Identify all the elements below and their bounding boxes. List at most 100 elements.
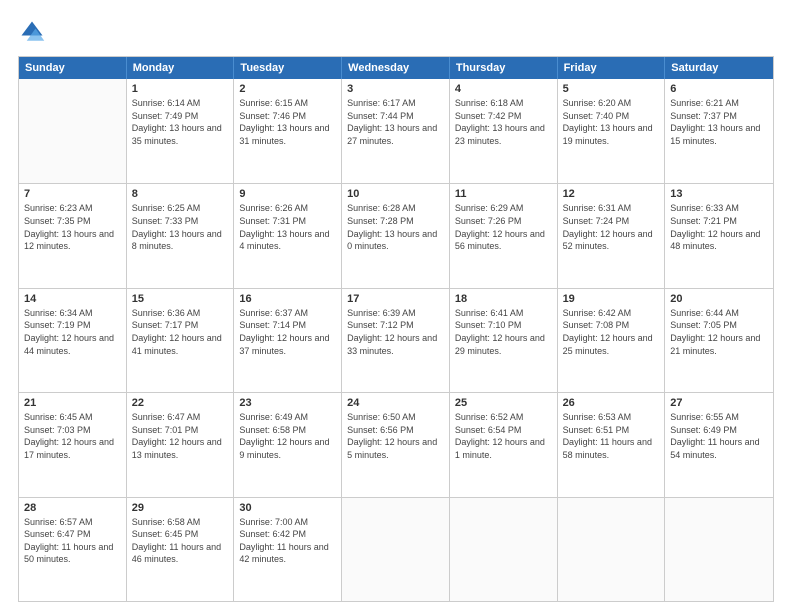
day-info: Sunrise: 7:00 AMSunset: 6:42 PMDaylight:… <box>239 516 336 566</box>
day-cell-30: 30Sunrise: 7:00 AMSunset: 6:42 PMDayligh… <box>234 498 342 601</box>
day-number: 7 <box>24 188 121 200</box>
day-number: 12 <box>563 188 660 200</box>
day-cell-23: 23 Sunrise: 6:49 AMSunset: 6:58 PMDayligh… <box>234 393 342 496</box>
day-info: Sunrise: 6:26 AMSunset: 7:31 PMDaylight:… <box>239 202 336 252</box>
day-cell-15: 15 Sunrise: 6:36 AMSunset: 7:17 PMDayligh… <box>127 289 235 392</box>
day-number: 11 <box>455 188 552 200</box>
day-info: Sunrise: 6:44 AMSunset: 7:05 PMDaylight:… <box>670 307 768 357</box>
day-number: 27 <box>670 397 768 409</box>
day-info: Sunrise: 6:33 AMSunset: 7:21 PMDaylight:… <box>670 202 768 252</box>
day-number: 4 <box>455 83 552 95</box>
day-info: Sunrise: 6:31 AMSunset: 7:24 PMDaylight:… <box>563 202 660 252</box>
logo-icon <box>18 18 46 46</box>
header-day-thursday: Thursday <box>450 57 558 79</box>
week-row-3: 14Sunrise: 6:34 AMSunset: 7:19 PMDayligh… <box>19 288 773 392</box>
day-number: 15 <box>132 293 229 305</box>
header-day-sunday: Sunday <box>19 57 127 79</box>
day-number: 9 <box>239 188 336 200</box>
day-cell-13: 13 Sunrise: 6:33 AMSunset: 7:21 PMDayligh… <box>665 184 773 287</box>
day-cell-27: 27 Sunrise: 6:55 AMSunset: 6:49 PMDayligh… <box>665 393 773 496</box>
week-row-1: 1 Sunrise: 6:14 AMSunset: 7:49 PMDaylight… <box>19 79 773 183</box>
day-info: Sunrise: 6:42 AMSunset: 7:08 PMDaylight:… <box>563 307 660 357</box>
day-info: Sunrise: 6:18 AMSunset: 7:42 PMDaylight:… <box>455 97 552 147</box>
header-day-saturday: Saturday <box>665 57 773 79</box>
day-info: Sunrise: 6:28 AMSunset: 7:28 PMDaylight:… <box>347 202 444 252</box>
day-info: Sunrise: 6:47 AMSunset: 7:01 PMDaylight:… <box>132 411 229 461</box>
day-cell-16: 16 Sunrise: 6:37 AMSunset: 7:14 PMDayligh… <box>234 289 342 392</box>
day-cell-24: 24Sunrise: 6:50 AMSunset: 6:56 PMDayligh… <box>342 393 450 496</box>
day-cell-3: 3 Sunrise: 6:17 AMSunset: 7:44 PMDaylight… <box>342 79 450 183</box>
day-cell-6: 6Sunrise: 6:21 AMSunset: 7:37 PMDaylight… <box>665 79 773 183</box>
day-number: 23 <box>239 397 336 409</box>
day-cell-17: 17 Sunrise: 6:39 AMSunset: 7:12 PMDayligh… <box>342 289 450 392</box>
day-cell-29: 29Sunrise: 6:58 AMSunset: 6:45 PMDayligh… <box>127 498 235 601</box>
calendar-body: 1 Sunrise: 6:14 AMSunset: 7:49 PMDaylight… <box>19 79 773 601</box>
day-number: 18 <box>455 293 552 305</box>
day-cell-2: 2 Sunrise: 6:15 AMSunset: 7:46 PMDaylight… <box>234 79 342 183</box>
day-info: Sunrise: 6:36 AMSunset: 7:17 PMDaylight:… <box>132 307 229 357</box>
day-number: 14 <box>24 293 121 305</box>
day-number: 3 <box>347 83 444 95</box>
day-info: Sunrise: 6:55 AMSunset: 6:49 PMDaylight:… <box>670 411 768 461</box>
day-info: Sunrise: 6:17 AMSunset: 7:44 PMDaylight:… <box>347 97 444 147</box>
day-number: 13 <box>670 188 768 200</box>
header-day-tuesday: Tuesday <box>234 57 342 79</box>
day-cell-1: 1 Sunrise: 6:14 AMSunset: 7:49 PMDaylight… <box>127 79 235 183</box>
day-number: 1 <box>132 83 229 95</box>
week-row-5: 28 Sunrise: 6:57 AMSunset: 6:47 PMDayligh… <box>19 497 773 601</box>
empty-cell <box>19 79 127 183</box>
day-number: 26 <box>563 397 660 409</box>
day-cell-21: 21Sunrise: 6:45 AMSunset: 7:03 PMDayligh… <box>19 393 127 496</box>
day-info: Sunrise: 6:57 AMSunset: 6:47 PMDaylight:… <box>24 516 121 566</box>
header-day-monday: Monday <box>127 57 235 79</box>
day-info: Sunrise: 6:39 AMSunset: 7:12 PMDaylight:… <box>347 307 444 357</box>
day-cell-19: 19Sunrise: 6:42 AMSunset: 7:08 PMDayligh… <box>558 289 666 392</box>
header-day-wednesday: Wednesday <box>342 57 450 79</box>
day-info: Sunrise: 6:21 AMSunset: 7:37 PMDaylight:… <box>670 97 768 147</box>
day-cell-26: 26 Sunrise: 6:53 AMSunset: 6:51 PMDayligh… <box>558 393 666 496</box>
day-cell-4: 4 Sunrise: 6:18 AMSunset: 7:42 PMDaylight… <box>450 79 558 183</box>
day-info: Sunrise: 6:50 AMSunset: 6:56 PMDaylight:… <box>347 411 444 461</box>
day-info: Sunrise: 6:45 AMSunset: 7:03 PMDaylight:… <box>24 411 121 461</box>
day-info: Sunrise: 6:37 AMSunset: 7:14 PMDaylight:… <box>239 307 336 357</box>
day-info: Sunrise: 6:25 AMSunset: 7:33 PMDaylight:… <box>132 202 229 252</box>
day-info: Sunrise: 6:14 AMSunset: 7:49 PMDaylight:… <box>132 97 229 147</box>
day-number: 28 <box>24 502 121 514</box>
day-number: 8 <box>132 188 229 200</box>
week-row-4: 21Sunrise: 6:45 AMSunset: 7:03 PMDayligh… <box>19 392 773 496</box>
day-cell-20: 20 Sunrise: 6:44 AMSunset: 7:05 PMDayligh… <box>665 289 773 392</box>
day-number: 5 <box>563 83 660 95</box>
day-info: Sunrise: 6:20 AMSunset: 7:40 PMDaylight:… <box>563 97 660 147</box>
day-number: 2 <box>239 83 336 95</box>
day-info: Sunrise: 6:29 AMSunset: 7:26 PMDaylight:… <box>455 202 552 252</box>
day-cell-12: 12 Sunrise: 6:31 AMSunset: 7:24 PMDayligh… <box>558 184 666 287</box>
day-info: Sunrise: 6:41 AMSunset: 7:10 PMDaylight:… <box>455 307 552 357</box>
page: SundayMondayTuesdayWednesdayThursdayFrid… <box>0 0 792 612</box>
day-info: Sunrise: 6:58 AMSunset: 6:45 PMDaylight:… <box>132 516 229 566</box>
day-cell-7: 7Sunrise: 6:23 AMSunset: 7:35 PMDaylight… <box>19 184 127 287</box>
day-cell-5: 5 Sunrise: 6:20 AMSunset: 7:40 PMDaylight… <box>558 79 666 183</box>
empty-cell <box>450 498 558 601</box>
day-cell-8: 8 Sunrise: 6:25 AMSunset: 7:33 PMDaylight… <box>127 184 235 287</box>
day-cell-11: 11 Sunrise: 6:29 AMSunset: 7:26 PMDayligh… <box>450 184 558 287</box>
day-info: Sunrise: 6:53 AMSunset: 6:51 PMDaylight:… <box>563 411 660 461</box>
day-number: 17 <box>347 293 444 305</box>
day-cell-25: 25 Sunrise: 6:52 AMSunset: 6:54 PMDayligh… <box>450 393 558 496</box>
day-info: Sunrise: 6:15 AMSunset: 7:46 PMDaylight:… <box>239 97 336 147</box>
day-cell-28: 28 Sunrise: 6:57 AMSunset: 6:47 PMDayligh… <box>19 498 127 601</box>
calendar-header: SundayMondayTuesdayWednesdayThursdayFrid… <box>19 57 773 79</box>
day-number: 22 <box>132 397 229 409</box>
empty-cell <box>665 498 773 601</box>
day-number: 25 <box>455 397 552 409</box>
day-info: Sunrise: 6:52 AMSunset: 6:54 PMDaylight:… <box>455 411 552 461</box>
day-cell-18: 18 Sunrise: 6:41 AMSunset: 7:10 PMDayligh… <box>450 289 558 392</box>
day-cell-9: 9 Sunrise: 6:26 AMSunset: 7:31 PMDaylight… <box>234 184 342 287</box>
day-number: 20 <box>670 293 768 305</box>
day-number: 16 <box>239 293 336 305</box>
empty-cell <box>558 498 666 601</box>
header-day-friday: Friday <box>558 57 666 79</box>
day-info: Sunrise: 6:49 AMSunset: 6:58 PMDaylight:… <box>239 411 336 461</box>
day-cell-14: 14Sunrise: 6:34 AMSunset: 7:19 PMDayligh… <box>19 289 127 392</box>
day-cell-10: 10Sunrise: 6:28 AMSunset: 7:28 PMDayligh… <box>342 184 450 287</box>
day-cell-22: 22 Sunrise: 6:47 AMSunset: 7:01 PMDayligh… <box>127 393 235 496</box>
